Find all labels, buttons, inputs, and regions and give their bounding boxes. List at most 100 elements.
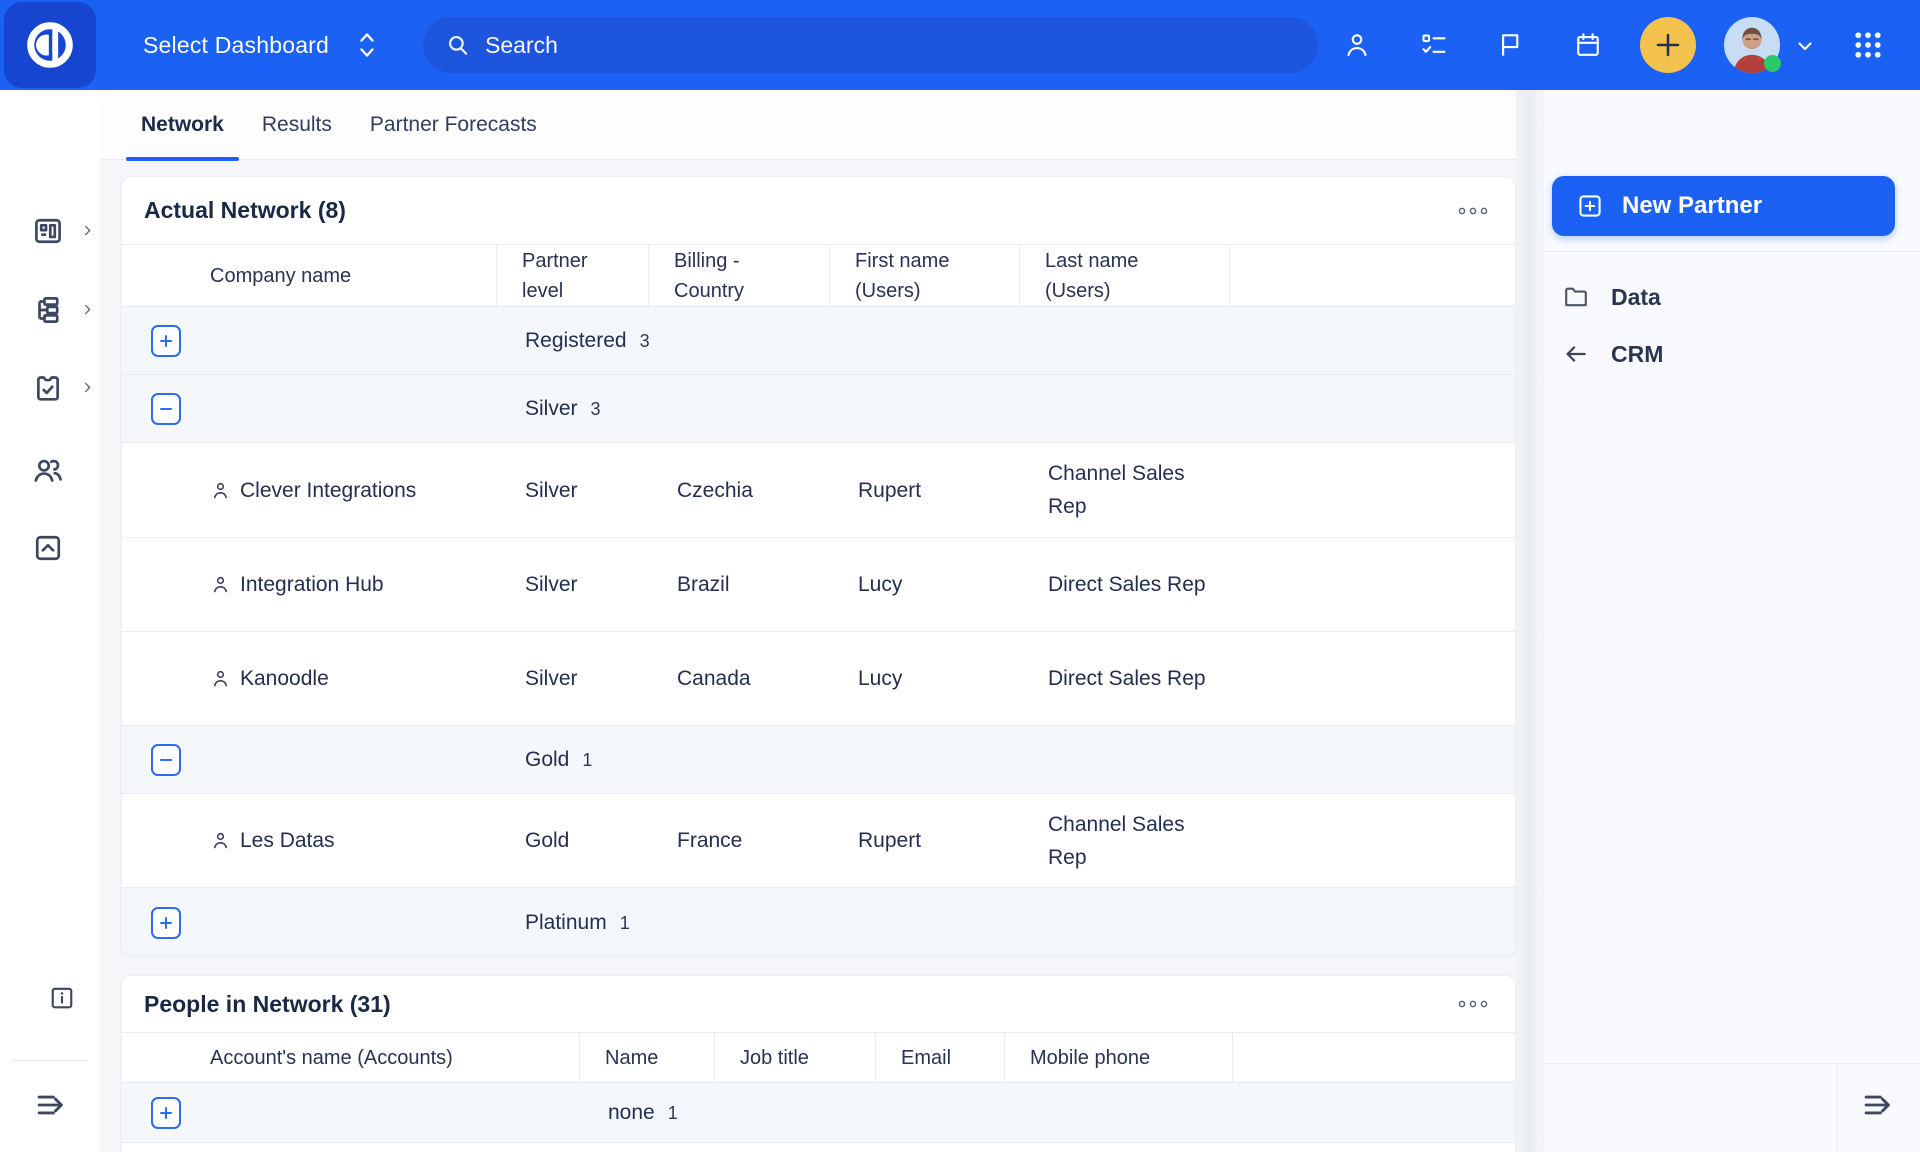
panel-item-label: Data [1611, 284, 1661, 311]
sidebar-item-dashboards[interactable] [0, 207, 100, 255]
plus-square-icon [158, 915, 174, 931]
user-profile-button[interactable] [1342, 30, 1372, 60]
tab-network[interactable]: Network [122, 90, 243, 160]
group-row-platinum: Platinum 1 [122, 888, 1515, 956]
sidebar-item-hierarchy[interactable] [0, 286, 100, 334]
plus-square-icon [158, 1105, 174, 1121]
collapse-group-button[interactable] [151, 393, 181, 425]
sidebar-item-projects[interactable] [0, 364, 100, 412]
search-icon [445, 32, 471, 58]
group-label: Platinum [525, 911, 607, 935]
folder-icon [1562, 283, 1590, 311]
expand-sidebar-button[interactable] [32, 1086, 70, 1124]
info-button[interactable] [47, 982, 79, 1014]
collapse-group-button[interactable] [151, 744, 181, 776]
contact-icon [210, 668, 231, 689]
minus-square-icon [158, 401, 174, 417]
billing-country-cell: Brazil [649, 568, 830, 601]
view-tabs: Network Results Partner Forecasts [100, 90, 1543, 160]
billing-country-cell: Canada [649, 662, 830, 695]
chevron-right-icon [80, 302, 95, 317]
column-header[interactable]: Last name (Users) [1020, 245, 1230, 306]
dashboard-selector[interactable]: Select Dashboard [143, 0, 377, 90]
table-row[interactable]: Clever Integrations Silver Czechia Ruper… [122, 443, 1515, 538]
billing-country-cell: France [649, 824, 830, 857]
search-input[interactable] [485, 17, 1318, 73]
group-row-registered: Registered 3 [122, 307, 1515, 375]
tab-label: Partner Forecasts [370, 113, 537, 137]
kebab-menu-icon [1457, 205, 1489, 217]
calendar-button[interactable] [1573, 30, 1603, 60]
column-header[interactable]: Job title [715, 1033, 876, 1082]
group-count: 3 [640, 331, 650, 352]
quick-add-button[interactable] [1640, 17, 1696, 73]
tasks-button[interactable] [1419, 30, 1449, 60]
card-title: Actual Network (8) [144, 197, 346, 224]
table-header-row: Account's name (Accounts) Name Job title… [122, 1033, 1515, 1083]
clipped-row [122, 1143, 1515, 1152]
column-header[interactable]: Name [580, 1033, 715, 1082]
expand-panel-button[interactable] [1859, 1086, 1897, 1124]
sidebar-item-export[interactable] [0, 524, 100, 572]
group-row-gold: Gold1 [122, 726, 1515, 794]
column-header[interactable]: Account's name (Accounts) [122, 1033, 580, 1082]
column-header[interactable]: Mobile phone [1005, 1033, 1233, 1082]
dashboards-icon [31, 214, 65, 248]
last-name-cell: Direct Sales Rep [1020, 568, 1230, 601]
expand-right-icon [1859, 1086, 1897, 1124]
search-bar[interactable] [423, 17, 1318, 73]
company-name-cell: Clever Integrations [240, 474, 416, 507]
last-name-cell: Channel Sales Rep [1020, 808, 1230, 874]
scroll-gutter[interactable] [1516, 90, 1543, 1152]
plus-square-icon [158, 333, 174, 349]
panel-divider [1837, 1063, 1838, 1152]
table-row[interactable]: Integration Hub Silver Brazil Lucy Direc… [122, 538, 1515, 632]
column-header[interactable]: Partner level [497, 245, 649, 306]
column-header-empty [1230, 245, 1515, 306]
panel-item-data[interactable]: Data [1544, 274, 1920, 320]
group-row-silver: Silver3 [122, 375, 1515, 443]
apps-grid-button[interactable] [1850, 27, 1886, 63]
avatar-menu-chevron[interactable] [1793, 34, 1817, 58]
contact-icon [210, 480, 231, 501]
kebab-menu-icon [1457, 998, 1489, 1010]
group-count: 1 [620, 913, 630, 934]
table-row[interactable]: Les Datas Gold France Rupert Channel Sal… [122, 794, 1515, 888]
group-label: Registered [525, 329, 627, 353]
table-header-row: Company name Partner level Billing - Cou… [122, 245, 1515, 307]
partner-level-cell: Silver [497, 662, 649, 695]
actual-network-card: Actual Network (8) Company name Partner … [121, 176, 1516, 956]
card-header: Actual Network (8) [122, 177, 1515, 245]
last-name-cell: Channel Sales Rep [1020, 457, 1230, 523]
table-row[interactable]: Kanoodle Silver Canada Lucy Direct Sales… [122, 632, 1515, 726]
new-partner-label: New Partner [1622, 192, 1762, 220]
tab-results[interactable]: Results [243, 90, 351, 160]
checklist-icon [1419, 30, 1449, 60]
new-partner-button[interactable]: New Partner [1552, 176, 1895, 236]
tab-partner-forecasts[interactable]: Partner Forecasts [351, 90, 556, 160]
card-menu-button[interactable] [1455, 992, 1491, 1016]
expand-group-button[interactable] [151, 1097, 181, 1129]
apps-grid-icon [1850, 27, 1886, 63]
column-header[interactable]: Email [876, 1033, 1005, 1082]
last-name-cell: Direct Sales Rep [1020, 662, 1230, 695]
users-icon [31, 453, 65, 487]
column-header[interactable]: Company name [122, 245, 497, 306]
card-menu-button[interactable] [1455, 199, 1491, 223]
flag-icon [1495, 30, 1525, 60]
expand-group-button[interactable] [151, 325, 181, 357]
column-header[interactable]: Billing - Country [649, 245, 830, 306]
column-header[interactable]: First name (Users) [830, 245, 1020, 306]
panel-item-crm-back[interactable]: CRM [1544, 331, 1920, 377]
expand-group-button[interactable] [151, 907, 181, 939]
expand-right-icon [32, 1086, 70, 1124]
company-name-cell: Integration Hub [240, 568, 384, 601]
sidebar-item-contacts[interactable] [0, 446, 100, 494]
arrow-left-icon [1562, 340, 1590, 368]
chevron-right-icon [80, 223, 95, 238]
group-label: none [608, 1101, 655, 1125]
flag-button[interactable] [1495, 30, 1525, 60]
info-icon [47, 983, 77, 1013]
app-logo[interactable] [4, 2, 96, 88]
billing-country-cell: Czechia [649, 474, 830, 507]
